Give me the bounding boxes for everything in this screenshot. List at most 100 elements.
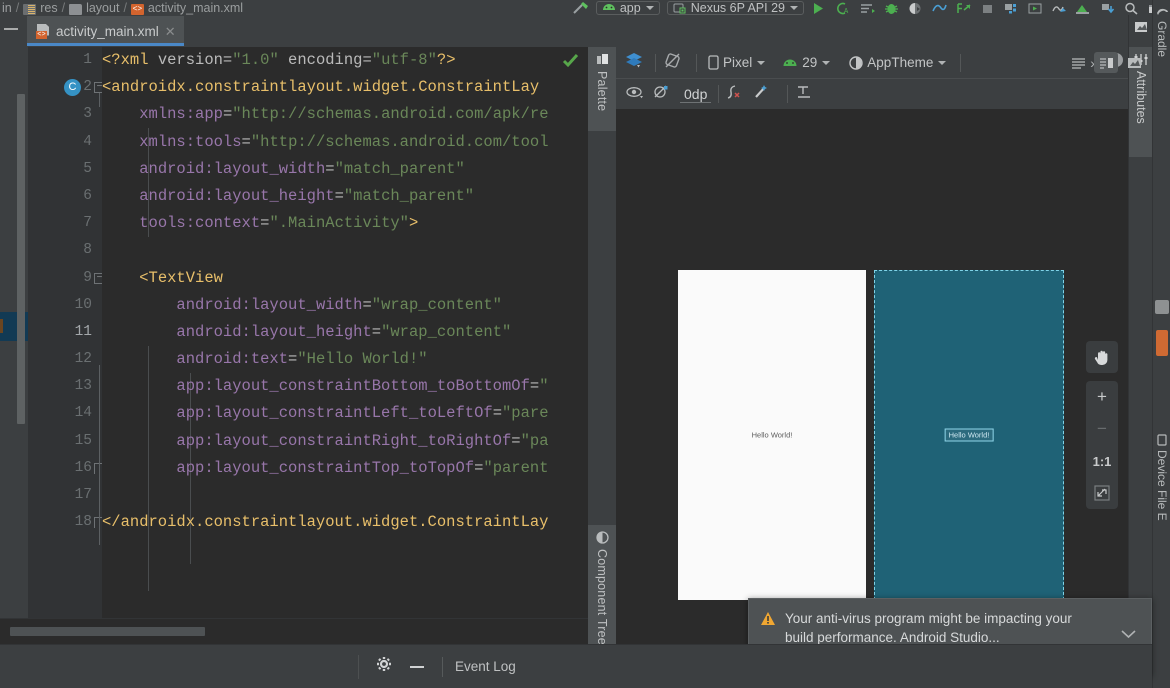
debug-icon[interactable] [883,2,900,15]
gradle-elephant-icon [1156,8,1168,15]
inspection-ok-checkmark[interactable] [562,53,579,73]
rotate-orientation-icon[interactable] [663,51,689,75]
code-line: app:layout_constraintLeft_toLeftOf="pare [176,404,549,423]
fold-connector [99,93,100,107]
eye-view-options-icon[interactable] [626,85,653,104]
editor-horizontal-scrollbar[interactable] [10,627,205,636]
breadcrumb-item-file[interactable]: activity_main.xml [148,2,243,15]
editor-tab-activity-main-xml[interactable]: <> activity_main.xml ✕ [27,16,184,46]
default-margin-selector[interactable]: 0dp [680,85,712,103]
gutter-row: 7 [28,210,102,237]
code-line: <TextView [139,268,223,287]
show-constraints-icon[interactable] [653,84,680,105]
device-icon [1157,434,1167,446]
magic-infer-constraints-icon[interactable] [753,84,780,105]
logcat-icon[interactable] [859,2,876,15]
download-icon[interactable] [1099,2,1116,15]
design-mode-icon[interactable] [624,51,648,74]
tool-tab-preview[interactable] [1129,15,1153,41]
gear-icon[interactable] [376,656,392,677]
view-mode-code[interactable] [1066,52,1090,73]
view-mode-design[interactable] [1122,52,1146,73]
pan-hand-icon[interactable] [1086,341,1118,373]
line-number: 8 [83,242,92,259]
editor-tab-label: activity_main.xml [56,23,159,39]
minimize-icon[interactable] [410,665,424,668]
tool-tab-palette[interactable]: Palette [588,47,616,131]
stop-icon[interactable] [979,2,996,15]
breadcrumb-item-res[interactable]: res [40,2,57,15]
build-hammer-icon[interactable] [572,2,589,15]
search-icon[interactable] [1123,2,1140,15]
profiler-icon[interactable] [931,2,948,15]
gutter-row: 6 [28,183,102,210]
step-out-icon[interactable] [955,2,972,15]
sdk-manager-icon[interactable] [1027,2,1044,15]
code-text-area[interactable]: <?xml version="1.0" encoding="utf-8"?> <a… [102,47,588,644]
avd-manager-icon[interactable] [1003,2,1020,15]
line-number: 3 [83,106,92,123]
theme-selector[interactable]: AppTheme [845,53,950,72]
clear-constraints-icon[interactable] [726,84,753,105]
zoom-in-button[interactable]: + [1086,381,1118,413]
zoom-out-button[interactable]: − [1086,413,1118,445]
device-selector[interactable]: Nexus 6P API 29 [666,1,804,15]
module-selector[interactable]: app [595,1,660,15]
toolbar-separator [718,85,720,103]
design-surface[interactable]: Hello World! Hello World! + − 1:1 [616,109,1128,644]
code-line: xmlns:app="http://schemas.android.com/ap… [139,105,549,124]
tool-tab-component-tree-label: Component Tree [595,549,609,645]
tool-tab-device-file-explorer[interactable]: Device File E [1153,430,1170,560]
chevron-down-icon[interactable] [1120,626,1137,644]
stripe-marker[interactable] [1155,300,1169,314]
editor-vertical-scrollbar[interactable] [17,94,25,424]
xml-layout-file-icon: <> [36,23,50,39]
code-line: android:layout_height="wrap_content" [176,322,512,341]
android-studio-window: in / res / layout / <> activity_main.xml… [0,0,1170,688]
actual-size-button[interactable]: 1:1 [1086,445,1118,477]
error-stripe-marker[interactable] [1156,330,1168,356]
code-line: android:text="Hello World!" [176,350,428,369]
tool-tab-gradle[interactable]: Gradle [1153,2,1170,80]
view-mode-split[interactable] [1094,52,1118,73]
close-icon[interactable]: ✕ [165,25,176,38]
blueprint-preview[interactable]: Hello World! [874,270,1064,600]
collapse-all-icon[interactable] [4,28,18,30]
default-margin-value: 0dp [684,85,708,102]
zoom-to-fit-icon[interactable] [1086,477,1118,509]
design-toolbar-primary: Pixel 29 AppTheme » [616,47,1128,78]
line-number: 4 [83,133,92,150]
device-config-selector[interactable]: Pixel [704,53,769,72]
api-level-label: 29 [802,55,818,70]
editor-tab-bar: <> activity_main.xml ✕ [0,15,1128,47]
android-head-icon [783,59,797,66]
event-log-button[interactable]: Event Log [455,659,516,674]
chevron-down-icon [645,6,654,10]
breadcrumb-separator: / [61,1,66,15]
zoom-button-group: + − 1:1 [1086,381,1118,509]
gutter-row: 8 [28,237,102,264]
api-level-selector[interactable]: 29 [778,53,834,72]
breadcrumb-item-project[interactable]: in [2,2,12,15]
breadcrumb-item-layout[interactable]: layout [86,2,119,15]
code-editor-pane: 1 2 C − 3 4 5 6 7 8 9− 10 11 12 13 14 15 16 17 18 <?xml ver… [0,47,588,644]
code-line: tools:context=".MainActivity"> [139,214,419,233]
line-number: 14 [74,405,92,422]
svg-text:A: A [844,8,849,15]
tool-tab-component-tree[interactable]: Component Tree [588,525,616,645]
run-icon[interactable] [811,2,828,15]
apply-changes-icon[interactable]: A [835,2,852,15]
baseline-align-icon[interactable] [795,84,822,105]
line-number: 10 [74,296,92,313]
code-line: app:layout_constraintTop_toTopOf="parent [176,458,549,477]
gutter-row: 12 [28,346,102,373]
pan-tool-group [1086,341,1118,373]
avd-device-icon[interactable] [1075,2,1092,15]
render-preview[interactable]: Hello World! [678,270,866,600]
gutter-row: 16 [28,455,105,482]
attach-debugger-icon[interactable] [907,2,924,15]
toolbar-separator [787,85,789,103]
sync-gradle-icon[interactable] [1051,2,1068,15]
line-number: 5 [83,160,92,177]
